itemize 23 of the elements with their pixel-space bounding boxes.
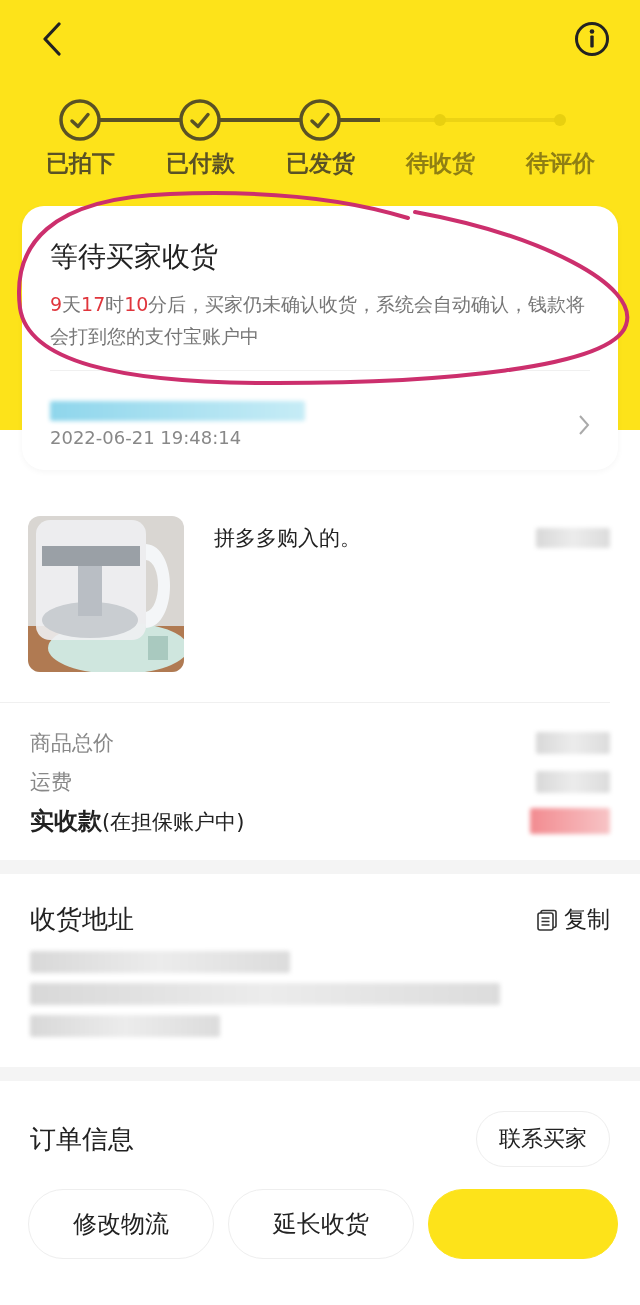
contact-buyer-button[interactable]: 联系买家 bbox=[476, 1111, 610, 1167]
countdown-message: 9天17时10分后，买家仍未确认收货，系统会自动确认，钱款将会打到您的支付宝账户中 bbox=[50, 292, 587, 349]
section-title: 收货地址 bbox=[30, 903, 134, 936]
step-label: 待评价 bbox=[525, 149, 595, 178]
section-title: 订单信息 bbox=[30, 1122, 134, 1156]
price-label: 运费 bbox=[30, 768, 72, 796]
chevron-right-icon bbox=[578, 413, 590, 436]
step-label: 已发货 bbox=[285, 149, 355, 178]
product-title: 拼多多购入的。 bbox=[214, 525, 362, 552]
step-label: 已付款 bbox=[165, 149, 235, 178]
info-icon[interactable] bbox=[574, 21, 610, 57]
status-title: 等待买家收货 bbox=[50, 239, 219, 275]
logistics-row[interactable]: 2022-06-21 19:48:14 bbox=[50, 370, 590, 470]
copy-button[interactable]: 复制 bbox=[536, 904, 610, 935]
price-label: 商品总价 bbox=[30, 729, 114, 757]
step-label: 待收货 bbox=[405, 149, 475, 178]
price-label: 实收款(在担保账户中) bbox=[30, 805, 245, 837]
action-button[interactable]: 延长收货 bbox=[228, 1189, 414, 1259]
action-button[interactable]: 修改物流 bbox=[28, 1189, 214, 1259]
back-icon[interactable] bbox=[42, 22, 62, 56]
step-label: 已拍下 bbox=[45, 149, 115, 178]
copy-icon bbox=[536, 908, 558, 931]
logistics-time: 2022-06-21 19:48:14 bbox=[50, 427, 243, 448]
